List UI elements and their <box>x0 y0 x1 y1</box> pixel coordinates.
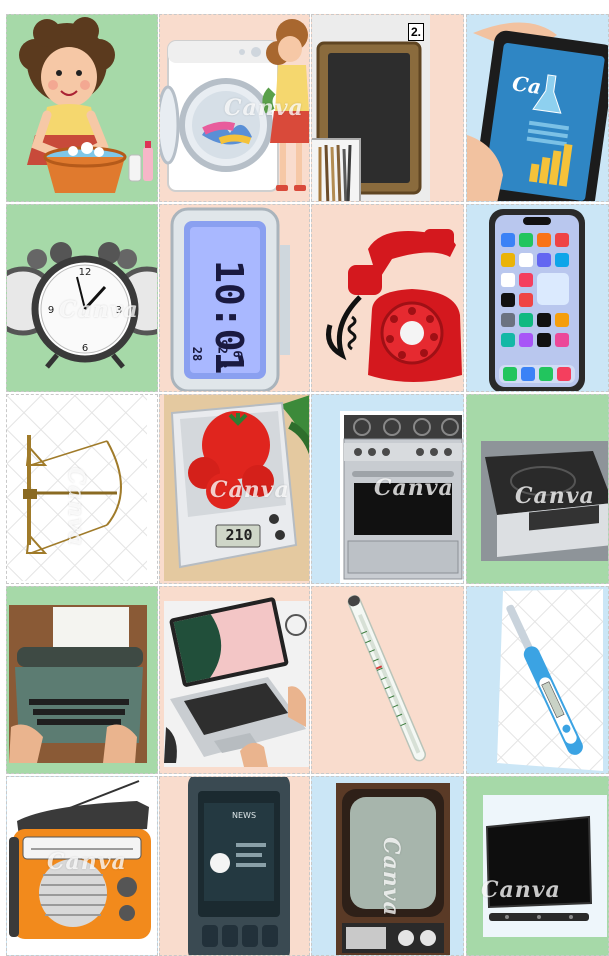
tile-glass-thermometer[interactable] <box>311 586 464 774</box>
item-number-badge: 2. <box>408 23 424 41</box>
laptop-icon <box>164 597 309 767</box>
watermark: Canva <box>481 877 561 903</box>
watermark: Canva <box>63 467 89 547</box>
watermark: Canva <box>47 849 127 875</box>
tile-kitchen-scale[interactable]: 210 Canva <box>159 394 310 584</box>
tablet-icon: Ca <box>467 22 608 201</box>
svg-text:6: 6 <box>82 343 88 354</box>
tile-induction-cooktop[interactable]: Canva <box>466 394 609 584</box>
tile-stove[interactable]: Canva <box>311 394 464 584</box>
digital-clock-temp-2: 92.8 <box>215 339 230 369</box>
digital-thermometer-icon <box>497 589 603 771</box>
watermark: Canva <box>378 837 404 917</box>
typewriter-icon <box>9 605 147 763</box>
watermark: Canva <box>224 95 304 121</box>
svg-text:Ca: Ca <box>511 71 543 99</box>
tile-digital-thermometer[interactable] <box>466 586 609 774</box>
digital-clock-time: 10:01 <box>207 260 251 375</box>
flat-screen-tv-icon <box>483 795 607 937</box>
tile-laptop[interactable] <box>159 586 310 774</box>
tile-slate[interactable]: 2. <box>311 14 464 202</box>
rotary-telephone-icon <box>326 229 462 382</box>
image-grid: Canva 2. Ca 12 3 6 9 Canva 10:01 28 92.8… <box>0 0 609 956</box>
tile-alarm-clocks[interactable]: 12 3 6 9 Canva <box>6 204 158 392</box>
tile-handwashing[interactable] <box>6 14 158 202</box>
svg-text:12: 12 <box>79 267 92 278</box>
glass-thermometer-icon <box>347 595 427 762</box>
digital-clock-temp-3: 6 <box>230 350 245 358</box>
watermark: Canva <box>59 297 139 323</box>
svg-text:9: 9 <box>48 305 54 316</box>
tile-flat-tv[interactable]: Canva <box>466 776 609 956</box>
tile-car-dashboard[interactable]: NEWS <box>159 776 310 956</box>
tile-old-tv[interactable]: Canva <box>311 776 464 956</box>
tile-balance-scale[interactable]: Canva <box>6 394 158 584</box>
tile-tablet[interactable]: Ca <box>466 14 609 202</box>
tile-smartphone[interactable] <box>466 204 609 392</box>
car-dashboard-screen-icon <box>188 777 290 955</box>
digital-clock-temp-1: 28 <box>190 346 205 362</box>
scale-display: 210 <box>225 526 253 544</box>
tile-washing-machine[interactable]: Canva <box>159 14 310 202</box>
tile-typewriter[interactable] <box>6 586 158 774</box>
handwashing-laundry-icon <box>19 17 153 193</box>
watermark: Canva <box>515 483 595 509</box>
slate-chalkboard-icon <box>312 15 430 201</box>
tile-rotary-telephone[interactable] <box>311 204 464 392</box>
watermark: Canva <box>374 475 454 501</box>
car-screen-label: NEWS <box>232 811 257 820</box>
watermark: Canva <box>210 477 290 503</box>
smartphone-icon <box>489 209 585 391</box>
tile-radio[interactable]: Canva <box>6 776 158 956</box>
tile-digital-clock[interactable]: 10:01 28 92.8 6 <box>159 204 310 392</box>
